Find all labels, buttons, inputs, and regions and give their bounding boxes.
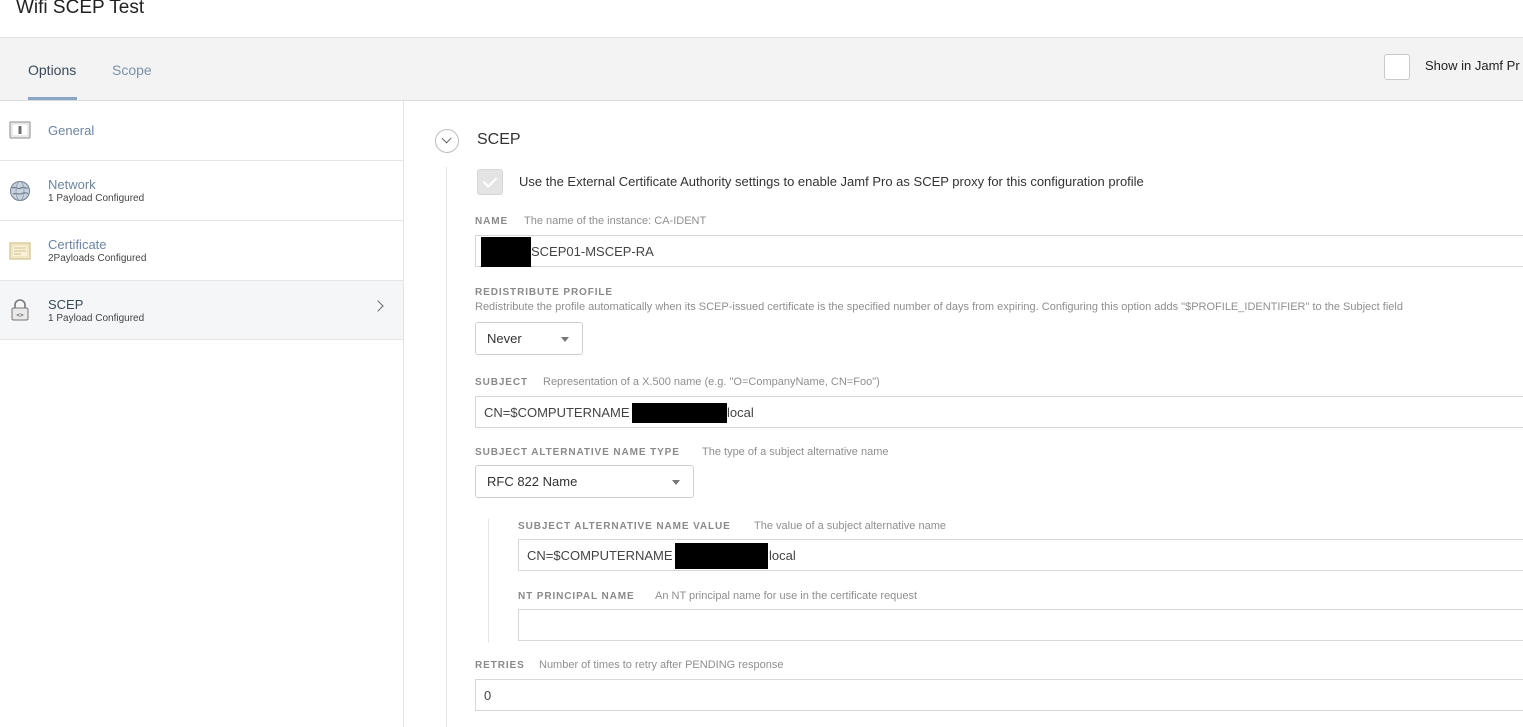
chevron-right-icon [372,300,384,312]
sidebar-item-sublabel: 1 Payload Configured [48,193,145,204]
redacted-block [481,237,531,267]
sidebar-item-label: SCEP [48,297,84,312]
sidebar-item-certificate[interactable]: Certificate 2Payloads Configured [0,221,403,281]
redacted-block [675,543,768,569]
section-title: SCEP [477,131,521,148]
redistribute-value: Never [487,331,522,346]
tab-scope[interactable]: Scope [112,62,152,78]
lock-icon: <> [11,299,29,321]
nt-principal-description: An NT principal name for use in the cert… [655,590,918,602]
general-icon [9,121,31,139]
subject-value-suffix: local [727,405,754,420]
sidebar-item-sublabel: 1 Payload Configured [48,313,145,324]
sidebar-item-sublabel: 2Payloads Configured [48,253,147,264]
subject-label: SUBJECT [475,377,528,388]
nested-indent-line [488,519,489,642]
chevron-down-icon [441,133,452,144]
payload-sidebar: General Network 1 Payload Configured Cer… [0,101,404,727]
section-indent-line [446,167,447,727]
caret-down-icon [672,480,680,485]
active-tab-indicator [28,97,77,100]
retries-input[interactable]: 0 [475,679,1523,711]
san-type-value: RFC 822 Name [487,474,578,489]
name-input[interactable]: SCEP01-MSCEP-RA [475,235,1523,267]
name-label: NAME [475,216,509,227]
redacted-block [632,403,727,423]
certificate-icon [9,242,31,260]
san-type-description: The type of a subject alternative name [702,446,889,458]
san-value-label: SUBJECT ALTERNATIVE NAME VALUE [518,521,731,532]
sidebar-item-scep[interactable]: <> SCEP 1 Payload Configured [0,281,403,340]
checkmark-icon [482,173,498,188]
retries-label: RETRIES [475,660,525,671]
name-description: The name of the instance: CA-IDENT [524,215,707,227]
san-type-select[interactable]: RFC 822 Name [475,465,694,498]
show-in-jamf-label: Show in Jamf Pr [1425,58,1520,73]
globe-icon [10,181,30,201]
redistribute-description: Redistribute the profile automatically w… [475,301,1403,313]
subject-description: Representation of a X.500 name (e.g. "O=… [543,376,880,388]
show-in-jamf-checkbox[interactable] [1384,54,1410,80]
scep-payload-pane: SCEP Use the External Certificate Author… [404,101,1523,727]
redistribute-label: REDISTRIBUTE PROFILE [475,287,614,298]
retries-description: Number of times to retry after PENDING r… [539,659,784,671]
nt-principal-input[interactable] [518,609,1523,641]
nt-principal-label: NT PRINCIPAL NAME [518,591,635,602]
tab-bar: Options Scope Show in Jamf Pr [0,38,1523,101]
sidebar-item-label: Certificate [48,237,107,252]
title-bar: Wifi SCEP Test [0,0,1523,38]
scep-proxy-checkbox[interactable] [477,169,503,195]
caret-down-icon [561,337,569,342]
san-value-prefix: CN=$COMPUTERNAME [527,548,673,563]
san-type-label: SUBJECT ALTERNATIVE NAME TYPE [475,447,680,458]
subject-input[interactable]: CN=$COMPUTERNAME local [475,396,1523,428]
tab-options[interactable]: Options [28,62,76,78]
sidebar-item-network[interactable]: Network 1 Payload Configured [0,161,403,221]
retries-value: 0 [484,688,492,703]
svg-text:<>: <> [16,312,24,319]
page-title: Wifi SCEP Test [16,0,145,18]
sidebar-item-label: Network [48,177,96,192]
sidebar-item-general[interactable]: General [0,101,403,161]
subject-value-prefix: CN=$COMPUTERNAME [484,405,630,420]
redistribute-select[interactable]: Never [475,322,583,355]
san-value-description: The value of a subject alternative name [754,520,947,532]
collapse-section-button[interactable] [435,129,459,153]
name-value: SCEP01-MSCEP-RA [531,244,654,259]
scep-proxy-label: Use the External Certificate Authority s… [519,174,1144,189]
san-value-input[interactable]: CN=$COMPUTERNAME local [518,539,1523,571]
san-value-suffix: local [769,548,796,563]
sidebar-item-label: General [48,123,95,138]
